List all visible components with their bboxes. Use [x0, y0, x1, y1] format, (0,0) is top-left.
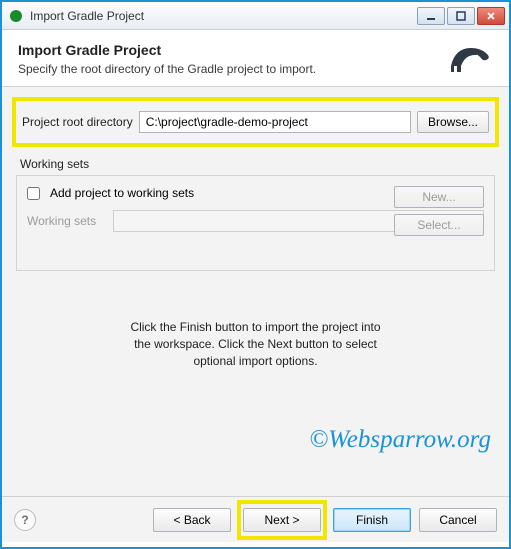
add-to-working-sets-label: Add project to working sets: [50, 186, 194, 200]
gradle-elephant-icon: [447, 42, 493, 76]
wizard-header: Import Gradle Project Specify the root d…: [2, 30, 509, 87]
help-icon[interactable]: ?: [14, 509, 36, 531]
page-subtitle: Specify the root directory of the Gradle…: [18, 62, 437, 76]
new-working-set-button[interactable]: New...: [394, 186, 484, 208]
working-sets-combo-label: Working sets: [27, 214, 107, 228]
next-button-highlight: Next >: [237, 500, 327, 540]
back-button[interactable]: < Back: [153, 508, 231, 532]
window-title: Import Gradle Project: [30, 9, 417, 23]
wizard-button-bar: ? < Back Next > Finish Cancel: [2, 496, 509, 542]
gradle-icon: [8, 8, 24, 24]
wizard-hint: Click the Finish button to import the pr…: [96, 319, 416, 369]
working-sets-group: Add project to working sets Working sets…: [16, 175, 495, 271]
root-directory-row: Project root directory Browse...: [16, 101, 495, 143]
wizard-body: Project root directory Browse... Working…: [2, 87, 509, 496]
root-directory-label: Project root directory: [22, 115, 133, 129]
titlebar: Import Gradle Project: [2, 2, 509, 30]
watermark-text: ©Websparrow.org: [309, 426, 491, 454]
add-to-working-sets-checkbox[interactable]: [27, 187, 40, 200]
browse-button[interactable]: Browse...: [417, 111, 489, 133]
next-button[interactable]: Next >: [243, 508, 321, 532]
cancel-button[interactable]: Cancel: [419, 508, 497, 532]
finish-button[interactable]: Finish: [333, 508, 411, 532]
root-dir-highlight: Project root directory Browse...: [12, 97, 499, 147]
close-button[interactable]: [477, 7, 505, 25]
working-sets-label: Working sets: [20, 157, 497, 171]
select-working-set-button[interactable]: Select...: [394, 214, 484, 236]
root-directory-input[interactable]: [139, 111, 411, 133]
maximize-button[interactable]: [447, 7, 475, 25]
page-title: Import Gradle Project: [18, 42, 437, 58]
minimize-button[interactable]: [417, 7, 445, 25]
window-controls: [417, 7, 505, 25]
